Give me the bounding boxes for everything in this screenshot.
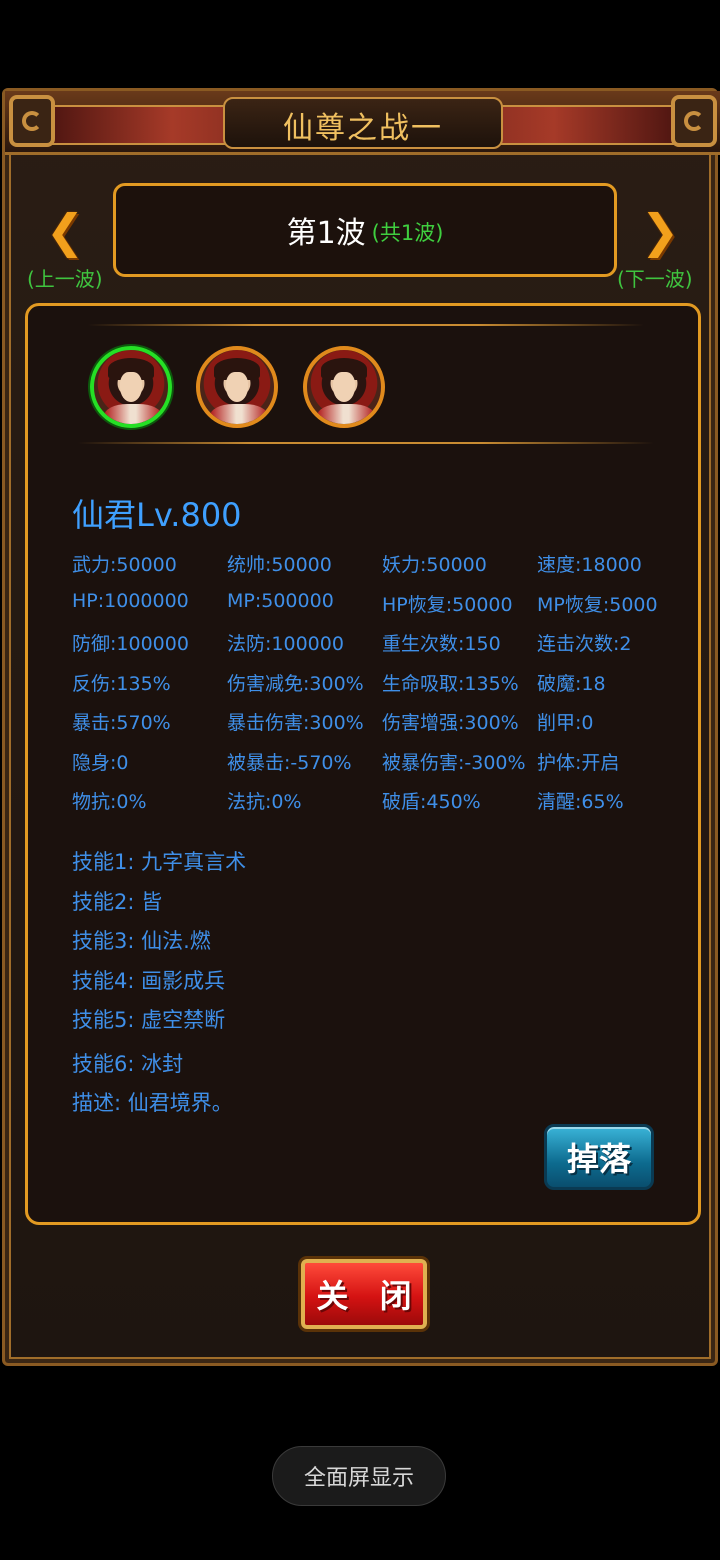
dialog-title: 仙尊之战一: [283, 111, 443, 146]
stat-row: 防御:100000 法防:100000 重生次数:150 连击次数:2: [72, 629, 692, 669]
stat-value: 反伤:135%: [72, 672, 171, 695]
stat-value: 连击次数:2: [537, 633, 632, 655]
wave-total: (共1波): [371, 221, 444, 245]
stat-value: 速度:18000: [537, 554, 642, 576]
stat-value: 重生次数:150: [382, 633, 501, 655]
stat-value: 暴击:570%: [72, 712, 171, 734]
corner-ornament-icon: [9, 95, 55, 147]
stat-value: 被暴伤害:-300%: [382, 751, 526, 774]
stat-value: 破魔:18: [537, 672, 606, 695]
stat-value: 被暴击:-570%: [227, 751, 352, 774]
prev-wave-arrow-icon[interactable]: ❮: [37, 201, 93, 261]
stat-value: 伤害减免:300%: [227, 672, 364, 695]
stat-value: 武力:50000: [72, 554, 177, 576]
skill-item: 技能2: 皆: [72, 889, 163, 914]
corner-ornament-icon: [671, 95, 717, 147]
monster-name: 仙君Lv.800: [72, 496, 242, 534]
monster-avatar-2[interactable]: [196, 346, 278, 428]
stat-value: 生命吸取:135%: [382, 672, 519, 695]
divider: [78, 442, 654, 444]
stat-row: 暴击:570% 暴击伤害:300% 伤害增强:300% 削甲:0: [72, 708, 692, 748]
stat-row: 隐身:0 被暴击:-570% 被暴伤害:-300% 护体:开启: [72, 748, 692, 788]
stat-value: 削甲:0: [537, 712, 594, 734]
stat-row: 物抗:0% 法抗:0% 破盾:450% 清醒:65%: [72, 787, 692, 827]
skill-item: 技能4: 画影成兵: [72, 968, 226, 993]
skill-item: 技能3: 仙法.燃: [72, 929, 211, 953]
skill-item: 技能6: 冰封: [72, 1051, 184, 1076]
stat-value: MP恢复:5000: [537, 593, 658, 616]
fullscreen-toggle-button[interactable]: 全面屏显示: [272, 1446, 446, 1506]
close-button[interactable]: 关 闭: [301, 1259, 427, 1329]
monster-avatar-3[interactable]: [303, 346, 385, 428]
stat-row: 武力:50000 统帅:50000 妖力:50000 速度:18000: [72, 550, 692, 590]
skill-item: 技能5: 虚空禁断: [72, 1008, 226, 1032]
stat-value: 妖力:50000: [382, 554, 487, 576]
stat-value: 破盾:450%: [382, 791, 481, 813]
skills-list: 技能1: 九字真言术 技能2: 皆 技能3: 仙法.燃 技能4: 画影成兵 技能…: [72, 846, 246, 1127]
stat-value: 物抗:0%: [72, 791, 147, 813]
stat-value: 隐身:0: [72, 751, 129, 774]
stat-value: HP:1000000: [72, 589, 189, 612]
stat-value: 护体:开启: [537, 751, 620, 774]
wave-indicator: 第1波 (共1波): [113, 183, 617, 277]
wave-current: 第1波: [286, 216, 366, 251]
skill-item: 技能1: 九字真言术: [72, 850, 247, 874]
stat-value: 防御:100000: [72, 633, 189, 655]
stats-grid: 武力:50000 统帅:50000 妖力:50000 速度:18000 HP:1…: [72, 550, 692, 827]
stat-value: 清醒:65%: [537, 791, 624, 813]
stat-value: 法抗:0%: [227, 791, 302, 813]
stat-row: HP:1000000 MP:500000 HP恢复:50000 MP恢复:500…: [72, 590, 692, 630]
stat-value: HP恢复:50000: [382, 593, 513, 616]
monster-info-dialog: 仙尊之战一 ❮ (上一波) ❯ (下一波) 第1波 (共1波) 仙君Lv.800…: [2, 88, 720, 1366]
drop-button[interactable]: 掉落: [544, 1124, 654, 1190]
prev-wave-label[interactable]: (上一波): [27, 263, 103, 292]
stat-row: 反伤:135% 伤害减免:300% 生命吸取:135% 破魔:18: [72, 669, 692, 709]
next-wave-arrow-icon[interactable]: ❯: [632, 201, 688, 261]
divider: [88, 324, 644, 326]
monster-description: 描述: 仙君境界。: [72, 1091, 233, 1115]
stat-value: 法防:100000: [227, 633, 344, 655]
monster-info-box: 仙君Lv.800 武力:50000 统帅:50000 妖力:50000 速度:1…: [25, 303, 701, 1225]
monster-avatar-1[interactable]: [90, 346, 172, 428]
stat-value: 暴击伤害:300%: [227, 712, 364, 734]
stat-value: 伤害增强:300%: [382, 712, 519, 734]
title-bar: 仙尊之战一: [5, 91, 720, 155]
next-wave-label[interactable]: (下一波): [617, 263, 693, 292]
stat-value: 统帅:50000: [227, 554, 332, 576]
stat-value: MP:500000: [227, 589, 334, 612]
